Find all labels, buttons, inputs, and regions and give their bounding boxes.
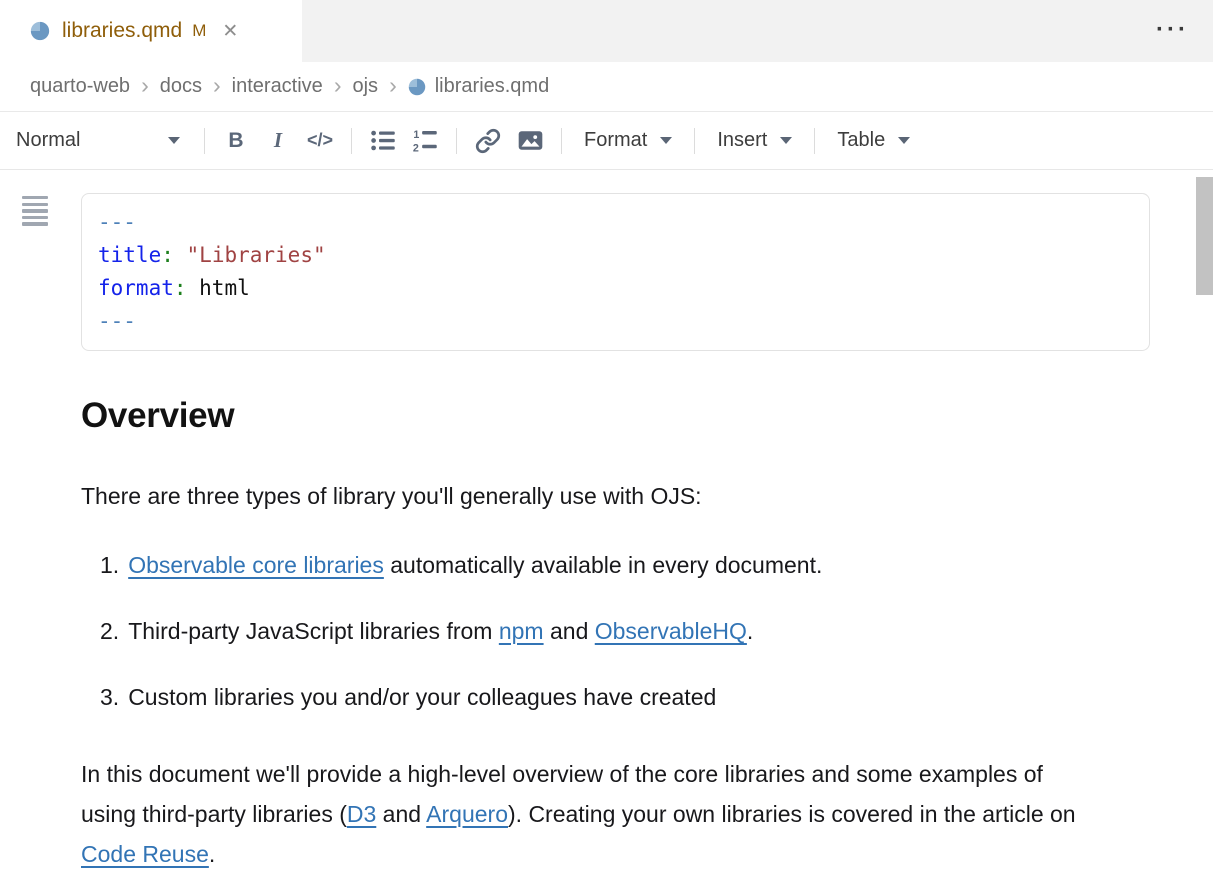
- list-item: 2. Third-party JavaScript libraries from…: [100, 616, 1150, 646]
- inline-link[interactable]: Code Reuse: [81, 841, 209, 867]
- toolbar-separator: [204, 128, 205, 154]
- svg-text:2: 2: [412, 143, 418, 154]
- text-segment: Third-party JavaScript libraries from: [128, 618, 499, 644]
- image-icon: [517, 127, 544, 154]
- section-heading: Overview: [81, 395, 1150, 437]
- inline-link[interactable]: npm: [499, 618, 544, 644]
- list-item-number: 2.: [100, 616, 119, 646]
- intro-paragraph: There are three types of library you'll …: [81, 481, 1150, 511]
- toolbar-separator: [694, 128, 695, 154]
- token-plain: [174, 243, 187, 267]
- svg-text:1: 1: [413, 129, 419, 141]
- inline-link[interactable]: D3: [347, 801, 376, 827]
- yaml-line: ---: [98, 305, 1133, 338]
- numbered-list-icon: 1 2: [412, 127, 439, 154]
- breadcrumb-item-libraries-qmd[interactable]: libraries.qmd: [435, 75, 549, 98]
- document-editor[interactable]: --- title: "Libraries" format: html --- …: [0, 170, 1213, 874]
- breadcrumb: quarto-web › docs › interactive › ojs › …: [0, 62, 1213, 112]
- link-icon: [475, 128, 501, 154]
- paragraph-style-dropdown[interactable]: Normal: [14, 129, 194, 152]
- text-segment: and: [544, 618, 595, 644]
- text-segment: automatically available in every documen…: [384, 552, 823, 578]
- chevron-down-icon: [898, 137, 910, 144]
- paragraph-style-value: Normal: [16, 129, 80, 152]
- token-delim: ---: [98, 309, 136, 333]
- list-item-text: Observable core libraries automatically …: [128, 550, 822, 580]
- formatting-toolbar: Normal B I </> 1: [0, 112, 1213, 170]
- tab-title: libraries.qmd: [62, 19, 182, 43]
- inline-link[interactable]: Arquero: [426, 801, 508, 827]
- yaml-line: format: html: [98, 272, 1133, 305]
- toolbar-separator: [351, 128, 352, 154]
- list-item-number: 1.: [100, 550, 119, 580]
- inline-link[interactable]: ObservableHQ: [595, 618, 747, 644]
- token-colon: :: [161, 243, 174, 267]
- insert-menu-label: Insert: [717, 129, 767, 152]
- text-segment: .: [747, 618, 753, 644]
- toolbar-separator: [456, 128, 457, 154]
- inline-link[interactable]: Observable core libraries: [128, 552, 384, 578]
- tab-bar-empty-space: [302, 0, 1213, 62]
- chevron-right-icon: ›: [213, 74, 221, 100]
- breadcrumb-item-interactive[interactable]: interactive: [232, 75, 323, 98]
- image-button[interactable]: [509, 121, 551, 161]
- yaml-line: ---: [98, 206, 1133, 239]
- token-plain: html: [187, 276, 250, 300]
- text-segment: ). Creating your own libraries is covere…: [508, 801, 1076, 827]
- yaml-front-matter-block[interactable]: --- title: "Libraries" format: html ---: [81, 193, 1150, 351]
- chevron-down-icon: [780, 137, 792, 144]
- list-item: 3. Custom libraries you and/or your coll…: [100, 682, 1150, 712]
- table-menu-label: Table: [837, 129, 885, 152]
- bullet-list-button[interactable]: [362, 121, 404, 161]
- numbered-list-button[interactable]: 1 2: [404, 121, 446, 161]
- chevron-down-icon: [168, 137, 180, 144]
- more-actions-icon[interactable]: ···: [1156, 16, 1189, 44]
- visual-editor-window: libraries.qmd M ✕ ··· quarto-web › docs …: [0, 0, 1213, 889]
- toolbar-separator: [561, 128, 562, 154]
- token-string: "Libraries": [187, 243, 326, 267]
- toolbar-separator: [814, 128, 815, 154]
- list-item-text: Third-party JavaScript libraries from np…: [128, 616, 753, 646]
- format-menu-label: Format: [584, 129, 647, 152]
- insert-menu[interactable]: Insert: [705, 121, 804, 161]
- format-menu[interactable]: Format: [572, 121, 684, 161]
- yaml-line: title: "Libraries": [98, 239, 1133, 272]
- text-segment: Custom libraries you and/or your colleag…: [128, 684, 716, 710]
- text-segment: and: [376, 801, 426, 827]
- list-item: 1. Observable core libraries automatical…: [100, 550, 1150, 580]
- tab-libraries-qmd[interactable]: libraries.qmd M ✕: [0, 0, 302, 62]
- token-colon: :: [174, 276, 187, 300]
- table-menu[interactable]: Table: [825, 121, 922, 161]
- chevron-right-icon: ›: [141, 74, 149, 100]
- chevron-right-icon: ›: [389, 74, 397, 100]
- bold-button[interactable]: B: [215, 121, 257, 161]
- link-button[interactable]: [467, 121, 509, 161]
- breadcrumb-item-docs[interactable]: docs: [160, 75, 202, 98]
- text-segment: .: [209, 841, 215, 867]
- italic-button[interactable]: I: [257, 121, 299, 161]
- scrollbar-thumb[interactable]: [1196, 177, 1213, 295]
- close-tab-icon[interactable]: ✕: [222, 22, 238, 41]
- library-types-list: 1. Observable core libraries automatical…: [81, 550, 1150, 712]
- bullet-list-icon: [370, 127, 397, 154]
- token-delim: ---: [98, 210, 136, 234]
- quarto-icon: [408, 78, 426, 96]
- token-key: title: [98, 243, 161, 267]
- closing-paragraph: In this document we'll provide a high-le…: [81, 754, 1101, 874]
- block-drag-handle-icon[interactable]: [22, 196, 48, 229]
- token-key: format: [98, 276, 174, 300]
- modified-badge: M: [192, 21, 206, 41]
- code-button[interactable]: </>: [299, 121, 341, 161]
- tab-bar: libraries.qmd M ✕ ···: [0, 0, 1213, 62]
- breadcrumb-item-ojs[interactable]: ojs: [352, 75, 378, 98]
- quarto-icon: [30, 21, 50, 41]
- chevron-down-icon: [660, 137, 672, 144]
- list-item-number: 3.: [100, 682, 119, 712]
- list-item-text: Custom libraries you and/or your colleag…: [128, 682, 716, 712]
- chevron-right-icon: ›: [334, 74, 342, 100]
- breadcrumb-item-quarto-web[interactable]: quarto-web: [30, 75, 130, 98]
